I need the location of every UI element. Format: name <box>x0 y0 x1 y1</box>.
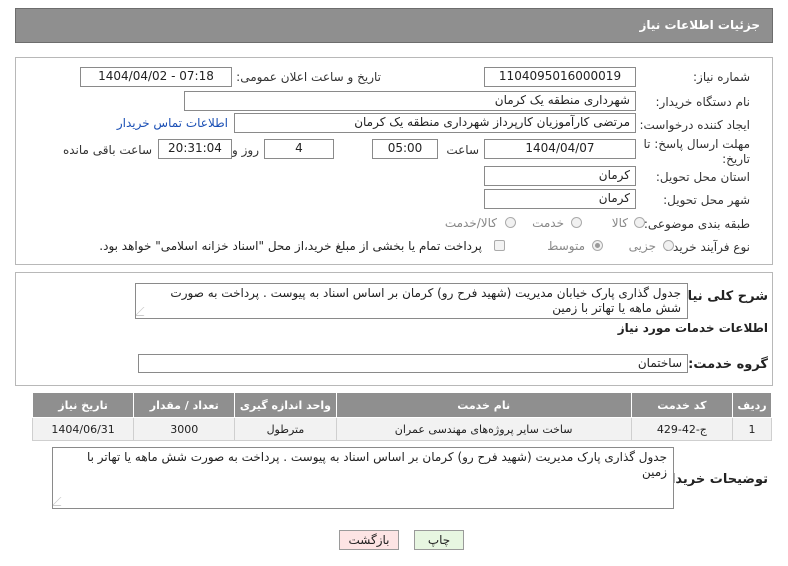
creator-field[interactable]: مرتضی کارآموزیان کارپرداز شهرداری منطقه … <box>234 113 636 133</box>
process-radio-medium[interactable] <box>592 240 603 251</box>
deadline-time-label: ساعت <box>446 143 479 157</box>
announce-date-label: تاریخ و ساعت اعلان عمومی: <box>236 70 381 84</box>
table-row: 1 ج-42-429 ساخت سایر پروژه‌های مهندسی عم… <box>31 417 773 441</box>
cell-name: ساخت سایر پروژه‌های مهندسی عمران <box>335 417 632 441</box>
deadline-label: مهلت ارسال پاسخ: تا تاریخ: <box>643 137 750 167</box>
deadline-label-line2: تاریخ: <box>722 152 750 166</box>
buyer-org-label: نام دستگاه خریدار: <box>655 95 751 109</box>
cell-code: ج-42-429 <box>630 417 733 441</box>
back-button[interactable]: بازگشت <box>339 530 399 550</box>
cell-date: 1404/06/31 <box>31 417 135 441</box>
buyer-notes-textarea[interactable]: جدول گذاری پارک مدیریت (شهید فرح رو) کرم… <box>52 447 674 509</box>
page-title: جزئیات اطلاعات نیاز <box>639 18 760 32</box>
deadline-date-field[interactable]: 1404/04/07 <box>484 139 636 159</box>
buyer-org-field[interactable]: شهرداری منطقه یک کرمان <box>184 91 636 111</box>
need-number-label: شماره نیاز: <box>693 70 750 84</box>
buyer-notes-label: توضیحات خریدار: <box>658 472 768 487</box>
announce-date-field[interactable]: 1404/04/02 - 07:18 <box>80 67 232 87</box>
summary-label: شرح کلی نیاز: <box>674 289 768 304</box>
category-radio-goods-service[interactable] <box>505 217 516 228</box>
services-table: ردیف کد خدمت نام خدمت واحد اندازه گیری ت… <box>31 392 773 441</box>
print-button[interactable]: چاپ <box>414 530 464 550</box>
col-code: کد خدمت <box>630 392 733 418</box>
need-number-field[interactable]: 1104095016000019 <box>484 67 636 87</box>
service-group-label: گروه خدمت: <box>688 357 768 372</box>
province-field[interactable]: کرمان <box>484 166 636 186</box>
summary-text: جدول گذاری پارک خیابان مدیریت (شهید فرح … <box>170 286 681 315</box>
buyer-notes-text: جدول گذاری پارک مدیریت (شهید فرح رو) کرم… <box>86 450 667 479</box>
service-group-field[interactable]: ساختمان <box>138 354 688 373</box>
city-label: شهر محل تحویل: <box>663 193 750 207</box>
process-label: نوع فرآیند خرید : <box>665 240 750 254</box>
col-unit: واحد اندازه گیری <box>234 392 337 418</box>
col-name: نام خدمت <box>335 392 632 418</box>
col-qty: تعداد / مقدار <box>133 392 236 418</box>
col-row: ردیف <box>731 392 773 418</box>
category-option-service: خدمت <box>532 216 564 230</box>
treasury-note: پرداخت تمام یا بخشی از مبلغ خرید،از محل … <box>99 239 482 253</box>
deadline-time-field[interactable]: 05:00 <box>372 139 438 159</box>
remaining-time-field[interactable]: 20:31:04 <box>158 139 232 159</box>
cell-row: 1 <box>731 417 773 441</box>
city-field[interactable]: کرمان <box>484 189 636 209</box>
cell-qty: 3000 <box>133 417 236 441</box>
page-header: جزئیات اطلاعات نیاز <box>15 8 773 43</box>
category-label: طبقه بندی موضوعی: <box>643 217 750 231</box>
remaining-days-field[interactable]: 4 <box>264 139 334 159</box>
resize-grip-icon[interactable] <box>136 307 153 316</box>
process-radio-minor[interactable] <box>663 240 674 251</box>
deadline-label-line1: مهلت ارسال پاسخ: تا <box>643 137 750 151</box>
days-label: روز و <box>232 143 259 157</box>
services-section-title: اطلاعات خدمات مورد نیاز <box>617 321 768 335</box>
services-table-header: ردیف کد خدمت نام خدمت واحد اندازه گیری ت… <box>31 392 773 418</box>
remaining-time-label: ساعت باقی مانده <box>62 143 152 157</box>
summary-textarea[interactable]: جدول گذاری پارک خیابان مدیریت (شهید فرح … <box>135 283 688 319</box>
category-radio-service[interactable] <box>571 217 582 228</box>
category-option-goods: کالا <box>611 216 628 230</box>
process-option-minor: جزیی <box>628 239 656 253</box>
buyer-contact-link[interactable]: اطلاعات تماس خریدار <box>117 116 228 130</box>
process-option-medium: متوسط <box>547 239 585 253</box>
province-label: استان محل تحویل: <box>655 170 750 184</box>
cell-unit: مترطول <box>234 417 337 441</box>
col-date: تاریخ نیاز <box>31 392 135 418</box>
creator-label: ایجاد کننده درخواست: <box>639 118 750 132</box>
category-radio-goods[interactable] <box>634 217 645 228</box>
treasury-checkbox[interactable] <box>494 240 505 251</box>
resize-grip-icon[interactable] <box>53 497 70 506</box>
category-option-goods-service: کالا/خدمت <box>444 216 497 230</box>
